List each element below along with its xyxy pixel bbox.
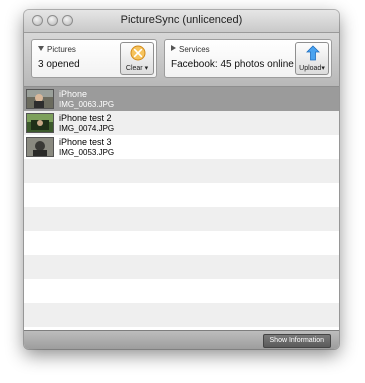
toolbar: Pictures 3 opened Clear ▾ Services Faceb… [24,33,339,87]
services-header[interactable]: Services [171,45,210,54]
app-window: PictureSync (unlicenced) Pictures 3 open… [24,10,339,349]
upload-icon [306,45,320,61]
photo-thumbnail [26,137,54,157]
pictures-panel: Pictures 3 opened Clear ▾ [31,39,157,78]
show-information-button[interactable]: Show Information [262,334,331,348]
photo-thumbnail [26,89,54,109]
list-item[interactable]: iPhone test 3 IMG_0053.JPG [24,135,339,159]
photo-filename: IMG_0063.JPG [59,100,115,109]
services-header-label: Services [179,45,210,54]
services-status: Facebook: 45 photos online [171,59,294,70]
clear-button-label: Clear ▾ [125,65,149,72]
upload-button-label: Upload▾ [299,65,325,72]
photo-filename: IMG_0074.JPG [59,124,115,133]
pictures-count: 3 opened [38,59,80,70]
bottom-bar: Show Information [24,330,339,349]
photo-title: iPhone test 3 [59,137,112,147]
upload-button[interactable]: Upload▾ [295,42,329,75]
pictures-list[interactable]: iPhone IMG_0063.JPG iPhone test 2 IMG_00… [24,87,339,331]
list-item[interactable]: iPhone test 2 IMG_0074.JPG [24,111,339,135]
disclosure-right-icon[interactable] [171,45,176,51]
title-bar[interactable]: PictureSync (unlicenced) [24,10,339,33]
photo-filename: IMG_0053.JPG [59,148,115,157]
photo-thumbnail [26,113,54,133]
services-panel: Services Facebook: 45 photos online Uplo… [164,39,332,78]
photo-thumbnail-image-icon [27,90,53,108]
photo-title: iPhone test 2 [59,113,112,123]
clear-button[interactable]: Clear ▾ [120,42,154,75]
photo-thumbnail-image-icon [27,114,53,132]
pictures-header[interactable]: Pictures [38,45,76,54]
disclosure-down-icon[interactable] [38,46,44,51]
photo-thumbnail-image-icon [27,138,53,156]
window-title: PictureSync (unlicenced) [120,14,243,26]
photo-title: iPhone [59,89,88,99]
pictures-header-label: Pictures [47,45,76,54]
list-item[interactable]: iPhone IMG_0063.JPG [24,87,339,111]
clear-icon [130,45,146,61]
